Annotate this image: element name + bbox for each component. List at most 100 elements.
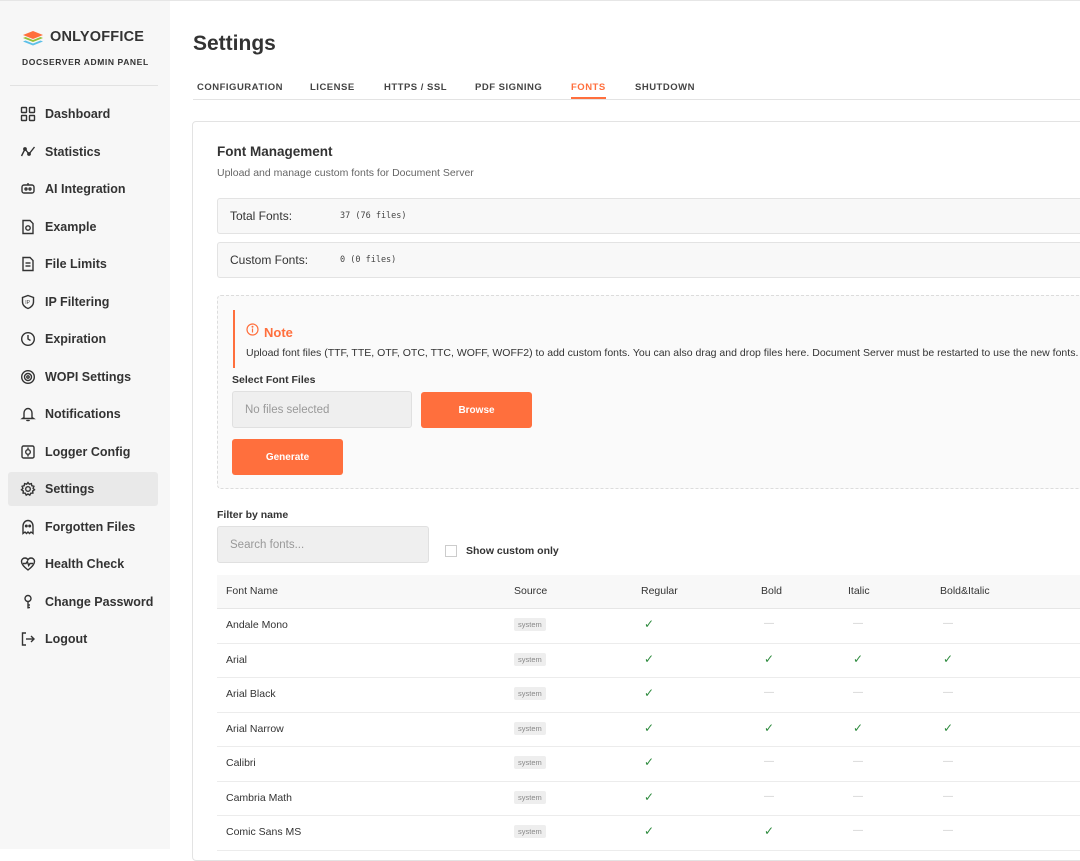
table-row: Arial Narrow system ✓ ✓ ✓ ✓ (217, 713, 1080, 747)
logout-icon (19, 630, 37, 648)
gear-icon (19, 480, 37, 498)
ghost-icon (19, 518, 37, 536)
ai-robot-icon (19, 180, 37, 198)
font-name-cell: Arial Narrow (226, 722, 284, 735)
col-italic[interactable]: Italic (848, 585, 870, 597)
sidebar-item-settings[interactable]: Settings (8, 472, 158, 506)
custom-fonts-label: Custom Fonts: (230, 253, 309, 267)
source-badge: system (514, 756, 546, 769)
source-badge: system (514, 825, 546, 838)
sidebar-item-forgotten-files[interactable]: Forgotten Files (8, 510, 158, 544)
note-callout: Note Upload font files (TTF, TTE, OTF, O… (233, 310, 1080, 368)
dash-icon: — (943, 687, 953, 698)
check-icon: ✓ (644, 755, 655, 769)
table-row: Cambria Math system ✓ — — — (217, 782, 1080, 816)
sidebar-item-wopi-settings[interactable]: WOPI Settings (8, 360, 158, 394)
sidebar-item-logout[interactable]: Logout (8, 622, 158, 656)
dash-icon: — (943, 825, 953, 836)
dash-icon: — (943, 618, 953, 629)
sidebar-item-label: AI Integration (45, 182, 126, 196)
font-management-panel: Font Management Upload and manage custom… (192, 121, 1080, 861)
tab-https-ssl[interactable]: HTTPS / SSL (384, 82, 447, 97)
col-regular[interactable]: Regular (641, 585, 678, 597)
dashboard-icon (19, 105, 37, 123)
select-files-label: Select Font Files (232, 374, 316, 386)
font-search-input[interactable] (217, 526, 429, 563)
brand-divider (10, 85, 158, 86)
sidebar-item-change-password[interactable]: Change Password (8, 585, 158, 619)
sidebar-item-label: Expiration (45, 332, 107, 346)
source-badge: system (514, 687, 546, 700)
tab-configuration[interactable]: CONFIGURATION (197, 82, 283, 97)
sidebar-item-file-limits[interactable]: File Limits (8, 247, 158, 281)
brand-subtitle: DOCSERVER ADMIN PANEL (22, 57, 149, 67)
check-icon: ✓ (943, 720, 954, 735)
table-row: Arial Black system ✓ — — — (217, 678, 1080, 713)
sidebar-item-expiration[interactable]: Expiration (8, 322, 158, 356)
font-name-cell: Arial (226, 653, 248, 666)
font-name-cell: Calibri (226, 757, 256, 769)
col-source[interactable]: Source (514, 585, 547, 597)
col-bold[interactable]: Bold (761, 585, 782, 597)
check-icon: ✓ (644, 720, 655, 735)
dash-icon: — (853, 618, 863, 629)
col-bold-italic[interactable]: Bold&Italic (940, 585, 990, 597)
source-badge: system (514, 790, 546, 804)
sidebar-item-label: Settings (45, 482, 95, 496)
show-custom-checkbox[interactable] (445, 545, 457, 557)
sidebar-item-label: Logout (45, 632, 88, 646)
brand-name: ONLYOFFICE (50, 29, 145, 45)
sidebar-item-label: WOPI Settings (45, 369, 132, 384)
sidebar-item-dashboard[interactable]: Dashboard (8, 97, 158, 131)
show-custom-toggle[interactable]: Show custom only (445, 545, 559, 557)
wopi-gear-icon (19, 368, 37, 386)
show-custom-label: Show custom only (466, 545, 559, 557)
table-row: Andale Mono system ✓ — — — (217, 609, 1080, 644)
col-font-name[interactable]: Font Name (226, 585, 278, 597)
check-icon: ✓ (644, 686, 655, 700)
heart-pulse-icon (19, 555, 37, 573)
sidebar-nav: Dashboard Statistics AI Integration Exam… (8, 97, 158, 660)
sidebar-item-statistics[interactable]: Statistics (8, 135, 158, 169)
page-title: Settings (193, 32, 276, 55)
dash-icon: — (853, 756, 863, 767)
table-row: Comic Sans MS system ✓ ✓ — — (217, 816, 1080, 851)
sidebar-item-ai-integration[interactable]: AI Integration (8, 172, 158, 206)
sidebar-item-label: Forgotten Files (45, 519, 136, 534)
svg-text:IP: IP (25, 300, 30, 306)
sidebar-item-notifications[interactable]: Notifications (8, 397, 158, 431)
sidebar-item-health-check[interactable]: Health Check (8, 547, 158, 581)
note-title: Note (264, 324, 293, 340)
sidebar-item-label: Health Check (45, 557, 125, 571)
total-fonts-label: Total Fonts: (230, 209, 293, 223)
check-icon: ✓ (644, 617, 655, 631)
tab-shutdown[interactable]: SHUTDOWN (635, 82, 695, 97)
tab-license[interactable]: LICENSE (310, 82, 355, 97)
sidebar-item-ip-filtering[interactable]: IP IP Filtering (8, 285, 158, 319)
check-icon: ✓ (764, 824, 775, 838)
filter-label: Filter by name (217, 509, 289, 521)
font-upload-dropzone[interactable]: Note Upload font files (TTF, TTE, OTF, O… (217, 295, 1080, 489)
settings-tabs: CONFIGURATION LICENSE HTTPS / SSL PDF SI… (193, 79, 1080, 100)
example-doc-icon (19, 218, 37, 236)
sidebar-item-label: Notifications (45, 407, 121, 421)
sidebar-item-label: File Limits (45, 257, 107, 271)
check-icon: ✓ (644, 651, 655, 666)
custom-fonts-box: Custom Fonts: 0 (0 files) (217, 242, 1080, 278)
browse-button[interactable]: Browse (421, 392, 532, 428)
tab-pdf-signing[interactable]: PDF SIGNING (475, 82, 542, 97)
file-limits-icon (19, 255, 37, 273)
file-input[interactable]: No files selected (232, 391, 412, 428)
table-header: Font Name Source Regular Bold Italic Bol… (217, 575, 1080, 609)
dash-icon: — (943, 756, 953, 767)
key-icon (19, 593, 37, 611)
sidebar-item-logger-config[interactable]: Logger Config (8, 435, 158, 469)
sidebar-item-example[interactable]: Example (8, 210, 158, 244)
main-content: Settings CONFIGURATION LICENSE HTTPS / S… (170, 0, 1080, 861)
generate-button[interactable]: Generate (232, 439, 343, 475)
source-badge: system (514, 721, 546, 735)
tab-fonts[interactable]: FONTS (571, 82, 606, 99)
ip-shield-icon: IP (19, 293, 37, 311)
dash-icon: — (764, 618, 774, 629)
check-icon: ✓ (853, 651, 864, 666)
